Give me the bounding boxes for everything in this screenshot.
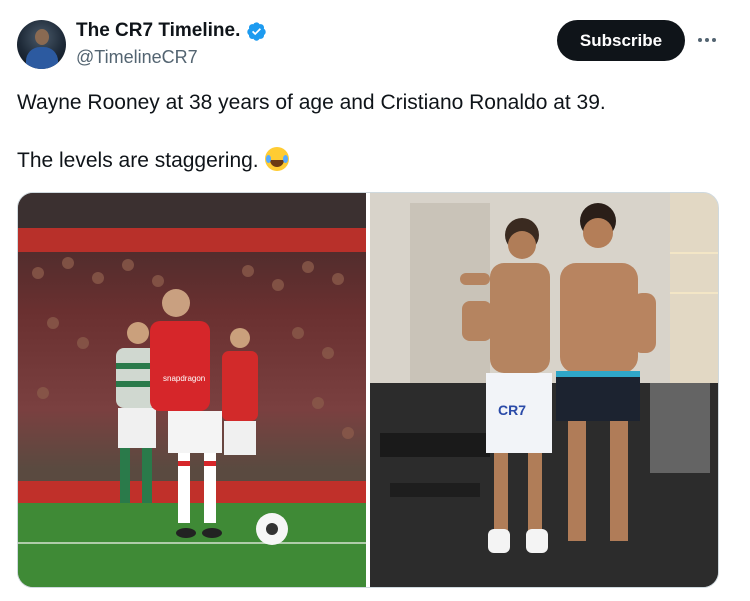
tweet-line-2: The levels are staggering. (17, 149, 259, 172)
more-dots-icon[interactable] (695, 28, 719, 52)
verified-badge-icon (247, 21, 267, 41)
tweet-text: Wayne Rooney at 38 years of age and Cris… (17, 88, 717, 175)
display-name[interactable]: The CR7 Timeline. (76, 20, 240, 42)
tweet-line-2-row: The levels are staggering. (17, 146, 717, 175)
media-grid[interactable]: snapdragon CR7 (17, 192, 719, 588)
laughing-tears-emoji-icon (264, 147, 289, 171)
dot (698, 38, 702, 42)
dot (705, 38, 709, 42)
avatar-body (26, 47, 58, 69)
shirt-sponsor: snapdragon (163, 374, 205, 383)
tweet-line-1: Wayne Rooney at 38 years of age and Cris… (17, 91, 606, 114)
shorts-text: CR7 (498, 402, 526, 418)
football-match-illustration: snapdragon (18, 193, 366, 587)
football-match-photo[interactable]: snapdragon (18, 193, 366, 587)
gym-illustration: CR7 (370, 193, 718, 587)
display-name-row[interactable]: The CR7 Timeline. (76, 20, 267, 42)
gym-photo[interactable]: CR7 (370, 193, 718, 587)
dot (712, 38, 716, 42)
avatar-head (35, 29, 49, 45)
account-handle[interactable]: @TimelineCR7 (76, 47, 198, 68)
subscribe-button[interactable]: Subscribe (557, 20, 685, 61)
profile-avatar[interactable] (17, 20, 66, 69)
